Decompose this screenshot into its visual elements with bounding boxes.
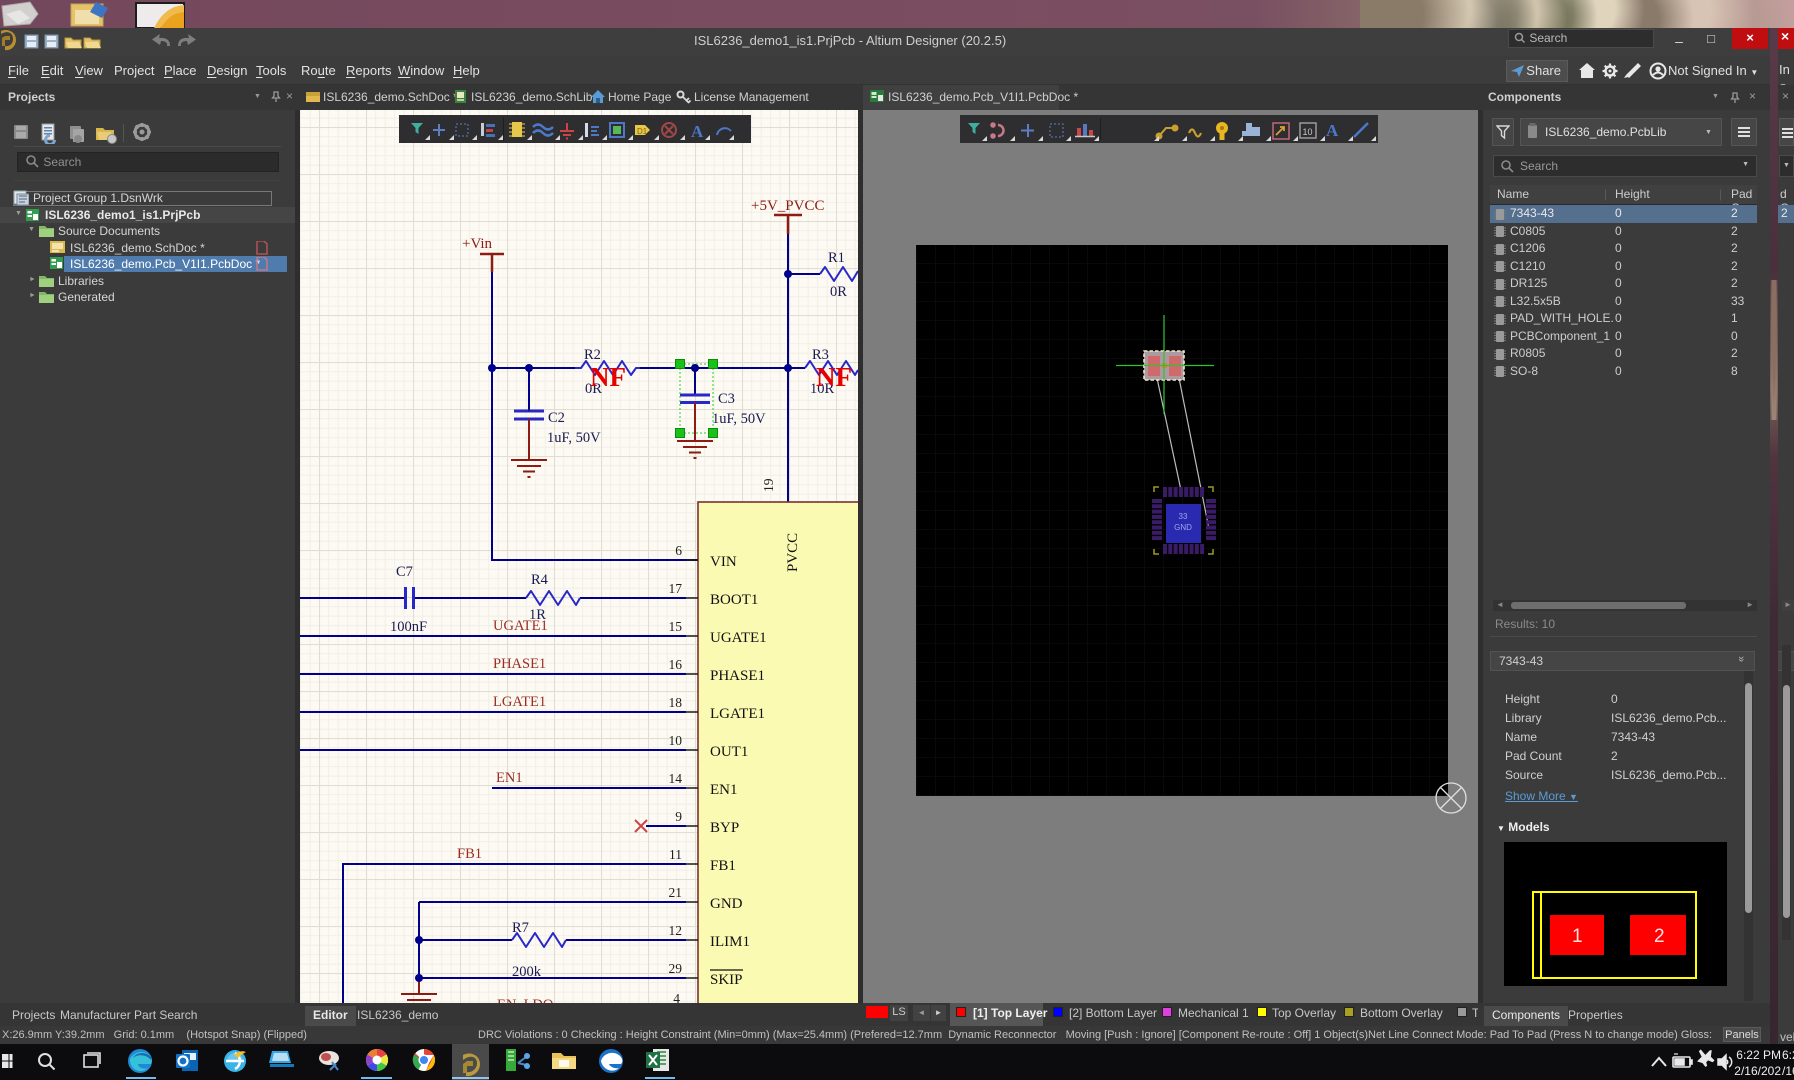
svg-text:19: 19 (761, 478, 776, 492)
svg-text:NF: NF (590, 362, 626, 392)
svg-text:33: 33 (1179, 512, 1188, 521)
svg-text:A: A (691, 122, 704, 141)
svg-text:SKIP: SKIP (710, 972, 743, 988)
svg-text:OUT1: OUT1 (710, 744, 748, 760)
svg-text:29: 29 (669, 961, 683, 976)
svg-text:15: 15 (669, 619, 683, 634)
svg-text:R1: R1 (828, 250, 845, 266)
svg-text:R3: R3 (812, 347, 829, 363)
svg-text:PHASE1: PHASE1 (710, 668, 765, 684)
svg-text:2: 2 (1654, 926, 1665, 947)
svg-text:200k: 200k (512, 964, 542, 980)
svg-text:PHASE1: PHASE1 (493, 656, 546, 672)
svg-text:FB1: FB1 (710, 858, 736, 874)
svg-text:C2: C2 (548, 410, 565, 426)
svg-text:100nF: 100nF (390, 619, 427, 635)
svg-text:UGATE1: UGATE1 (710, 630, 767, 646)
svg-text:+5V_PVCC: +5V_PVCC (751, 198, 824, 214)
svg-text:4: 4 (673, 991, 680, 1003)
svg-text:NF: NF (816, 362, 852, 392)
svg-text:PVCC: PVCC (785, 533, 801, 572)
svg-text:6: 6 (675, 543, 682, 558)
svg-text:EN1: EN1 (710, 782, 738, 798)
svg-text:LGATE1: LGATE1 (710, 706, 765, 722)
svg-text:D1: D1 (637, 127, 648, 136)
svg-text:9: 9 (675, 809, 682, 824)
svg-text:BOOT1: BOOT1 (710, 592, 758, 608)
svg-text:ILIM1: ILIM1 (710, 934, 750, 950)
svg-text:R7: R7 (512, 920, 529, 936)
svg-text:18: 18 (669, 695, 683, 710)
svg-text:10: 10 (669, 733, 683, 748)
svg-text:VIN: VIN (710, 554, 737, 570)
svg-text:1uF, 50V: 1uF, 50V (547, 430, 601, 446)
svg-text:R2: R2 (584, 347, 601, 363)
svg-text:C7: C7 (396, 564, 413, 580)
svg-text:21: 21 (669, 885, 683, 900)
svg-text:EN1: EN1 (496, 770, 523, 786)
svg-text:C3: C3 (718, 391, 735, 407)
svg-text:R4: R4 (531, 572, 549, 588)
svg-text:GND: GND (1174, 523, 1192, 532)
svg-text:FB1: FB1 (457, 846, 482, 862)
svg-text:LGATE1: LGATE1 (493, 694, 546, 710)
svg-text:16: 16 (669, 657, 683, 672)
svg-text:11: 11 (669, 847, 682, 862)
svg-text:BYP: BYP (710, 820, 739, 836)
svg-text:14: 14 (669, 771, 683, 786)
svg-text:A: A (1326, 121, 1339, 140)
svg-text:0R: 0R (830, 284, 847, 300)
svg-text:1uF, 50V: 1uF, 50V (712, 411, 766, 427)
svg-text:+Vin: +Vin (462, 236, 493, 252)
svg-text:1: 1 (1572, 926, 1583, 947)
svg-text:GND: GND (710, 896, 743, 912)
svg-text:12: 12 (669, 923, 683, 938)
svg-text:17: 17 (669, 581, 683, 596)
svg-text:1R: 1R (529, 607, 546, 623)
svg-text:10: 10 (1303, 127, 1313, 137)
